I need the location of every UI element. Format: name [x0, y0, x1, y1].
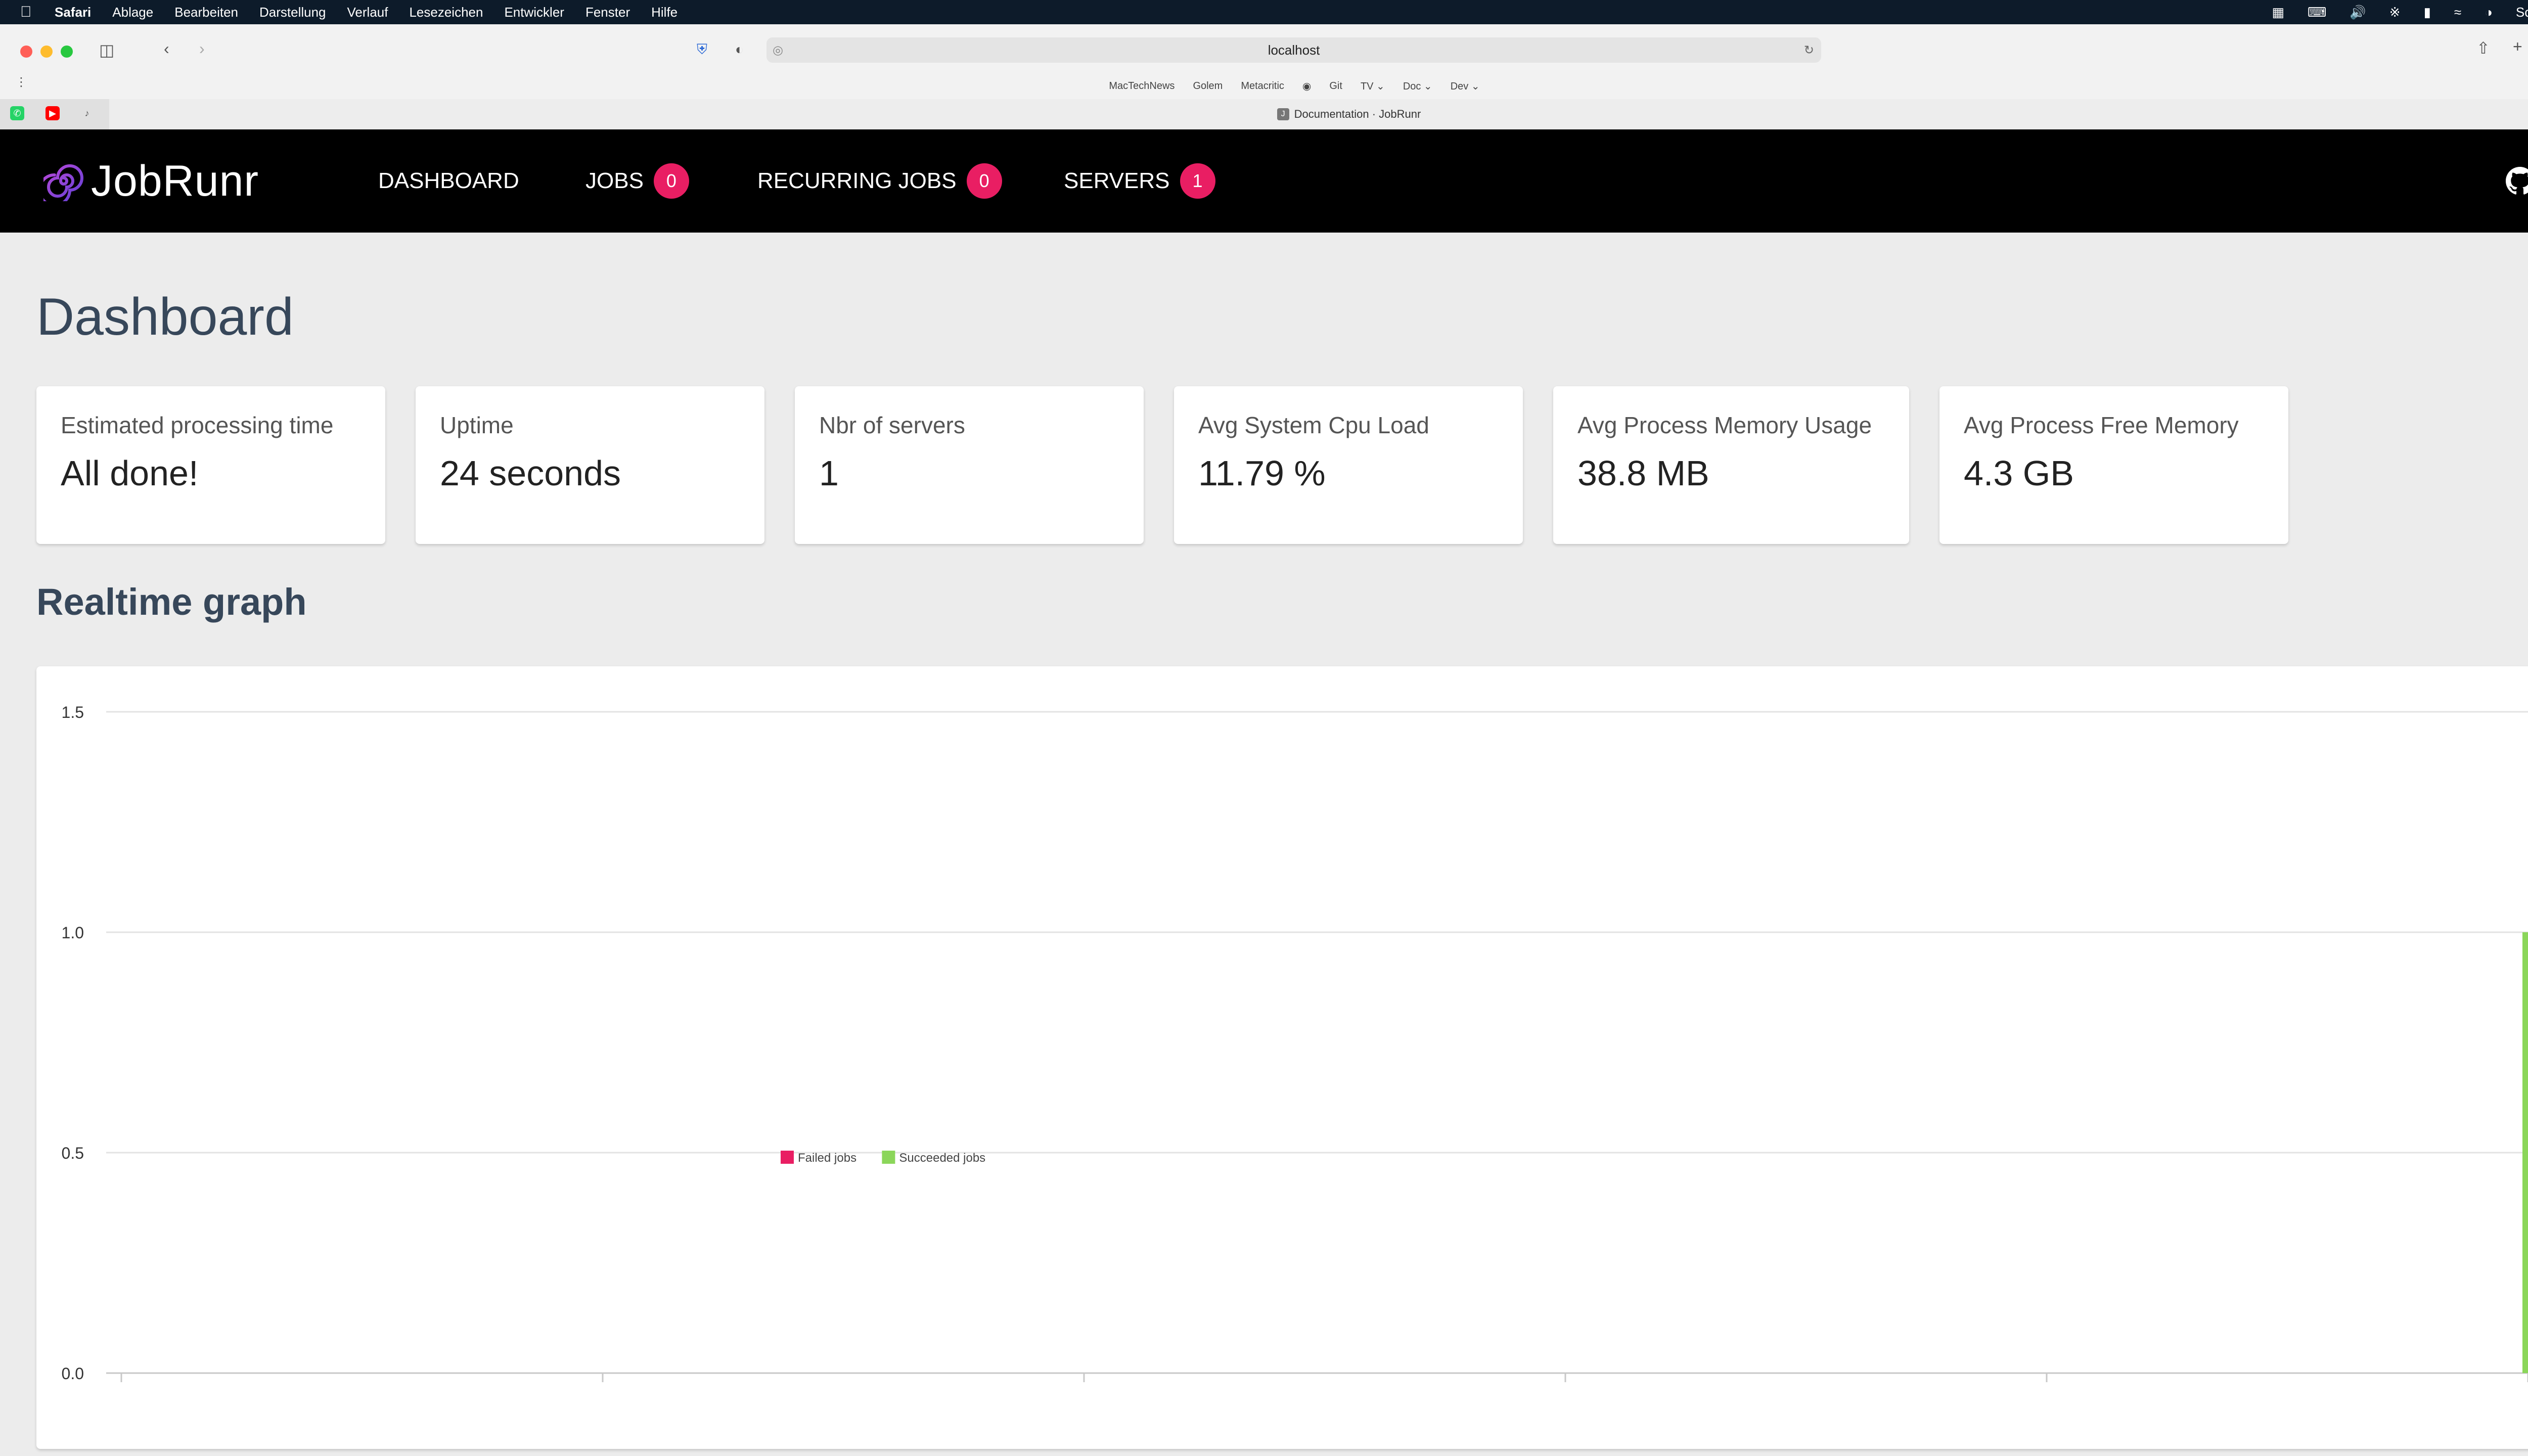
stat-card-free-memory: Avg Process Free Memory 4.3 GB: [1939, 386, 2288, 544]
close-window-button[interactable]: [20, 46, 32, 58]
legend-label: Failed jobs: [798, 1151, 856, 1165]
nav-recurring-jobs[interactable]: RECURRING JOBS 0: [757, 129, 1002, 233]
nav-dashboard[interactable]: DASHBOARD: [378, 129, 519, 233]
browser-toolbar: ◫ ‹ › ⛨ ◐ ◎ localhost ↻ ⇧ + ❐ MacTechNew…: [0, 24, 2528, 129]
apple-menu-icon[interactable]: : [20, 4, 40, 21]
menu-app-name[interactable]: Safari: [55, 5, 91, 20]
stat-value: 11.79 %: [1198, 453, 1326, 493]
menu-ablage[interactable]: Ablage: [112, 5, 153, 20]
tab-strip: ✆ ▶ ♪ J Documentation · JobRunr: [0, 99, 2528, 129]
nav-jobs-label: JOBS: [585, 168, 644, 193]
jobrunr-logo-icon: [43, 164, 83, 201]
tab-favicon-icon: J: [1277, 108, 1289, 120]
favorite-mactechnews[interactable]: MacTechNews: [1109, 80, 1175, 92]
y-tick-label: 1.0: [62, 924, 84, 942]
address-text[interactable]: localhost: [1268, 42, 1320, 58]
back-icon[interactable]: ‹: [164, 39, 169, 58]
favorite-metacritic[interactable]: Metacritic: [1241, 80, 1284, 92]
y-tick-label: 0.0: [62, 1364, 84, 1383]
brand-name: JobRunr: [91, 156, 259, 205]
stat-label: Avg System Cpu Load: [1198, 412, 1429, 438]
stat-value: 38.8 MB: [1577, 453, 1709, 493]
menu-hilfe[interactable]: Hilfe: [651, 5, 678, 20]
servers-count-badge: 1: [1180, 163, 1215, 199]
active-tab[interactable]: J Documentation · JobRunr: [109, 99, 2528, 129]
y-tick-label: 1.5: [62, 703, 84, 721]
stat-label: Avg Process Free Memory: [1964, 412, 2239, 438]
favorite-doc[interactable]: Doc ⌄: [1403, 80, 1432, 93]
stat-label: Avg Process Memory Usage: [1577, 412, 1872, 438]
github-icon[interactable]: [2506, 167, 2528, 195]
jobs-count-badge: 0: [653, 163, 689, 199]
zoom-window-button[interactable]: [61, 46, 73, 58]
window-controls: [20, 46, 81, 58]
widgets-icon[interactable]: ▦: [2272, 5, 2284, 20]
sidebar-toggle-icon[interactable]: ◫: [99, 40, 114, 60]
legend-swatch: [781, 1151, 794, 1164]
nav-jobs[interactable]: JOBS 0: [585, 129, 689, 233]
address-bar[interactable]: ◎ localhost ↻: [766, 37, 1821, 63]
stat-value: All done!: [61, 453, 199, 493]
pinned-tab-whatsapp-icon[interactable]: ✆: [10, 106, 24, 120]
stat-card-memory-usage: Avg Process Memory Usage 38.8 MB: [1553, 386, 1909, 544]
stat-card-processing-time: Estimated processing time All done!: [36, 386, 385, 544]
legend-label: Succeeded jobs: [899, 1151, 985, 1165]
privacy-shield-icon[interactable]: ⛨: [697, 41, 707, 58]
stat-label: Estimated processing time: [61, 412, 334, 438]
reload-icon[interactable]: ↻: [1804, 43, 1814, 58]
favorite-globe-icon[interactable]: ◉: [1302, 80, 1311, 93]
menu-entwickler[interactable]: Entwickler: [504, 5, 564, 20]
stat-card-cpu-load: Avg System Cpu Load 11.79 %: [1174, 386, 1523, 544]
reader-icon[interactable]: ◐: [735, 41, 744, 58]
control-center-icon[interactable]: ◑: [2485, 5, 2493, 20]
keyboard-icon[interactable]: ⌨: [2308, 5, 2327, 20]
legend-swatch: [882, 1151, 895, 1164]
brand[interactable]: JobRunr: [43, 156, 259, 206]
tab-title: Documentation · JobRunr: [1294, 108, 1421, 120]
macos-menubar:  Safari Ablage Bearbeiten Darstellung V…: [0, 0, 2528, 24]
realtime-graph: 0.0 0.5 1.0 1.5 Failed jobs Succeeded jobs: [62, 703, 2528, 1383]
menu-verlauf[interactable]: Verlauf: [347, 5, 388, 20]
y-tick-label: 0.5: [62, 1144, 84, 1162]
nav-servers-label: SERVERS: [1064, 168, 1170, 193]
favorite-dev[interactable]: Dev ⌄: [1451, 80, 1480, 93]
bluetooth-icon[interactable]: ※: [2389, 5, 2401, 20]
stat-label: Nbr of servers: [819, 412, 965, 438]
realtime-graph-card: 0.0 0.5 1.0 1.5 Failed jobs Succeeded jobs: [36, 666, 2528, 1449]
app-navbar: JobRunr DASHBOARD JOBS 0 RECURRING JOBS …: [0, 129, 2528, 233]
forward-icon[interactable]: ›: [199, 39, 205, 58]
pinned-tab-youtube-icon[interactable]: ▶: [46, 106, 60, 120]
stat-label: Uptime: [440, 412, 514, 438]
recurring-jobs-count-badge: 0: [966, 163, 1002, 199]
site-settings-icon[interactable]: ◎: [773, 43, 783, 58]
stat-value: 4.3 GB: [1964, 453, 2074, 493]
bar-succeeded-jobs: [2522, 932, 2528, 1373]
nav-dashboard-label: DASHBOARD: [378, 168, 519, 193]
minimize-window-button[interactable]: [40, 46, 53, 58]
page-title: Dashboard: [36, 288, 294, 346]
menu-lesezeichen[interactable]: Lesezeichen: [409, 5, 483, 20]
favorite-git[interactable]: Git: [1329, 80, 1342, 92]
stat-card-servers: Nbr of servers 1: [795, 386, 1144, 544]
stat-card-uptime: Uptime 24 seconds: [416, 386, 764, 544]
volume-icon[interactable]: 🔊: [2350, 5, 2366, 20]
nav-servers[interactable]: SERVERS 1: [1064, 129, 1215, 233]
nav-recurring-jobs-label: RECURRING JOBS: [757, 168, 957, 193]
stat-value: 1: [819, 453, 839, 493]
clock[interactable]: So 08:33: [2516, 5, 2528, 20]
share-icon[interactable]: ⇧: [2476, 38, 2490, 58]
wifi-icon[interactable]: ≈: [2454, 5, 2461, 20]
stat-value: 24 seconds: [440, 453, 621, 493]
menu-bearbeiten[interactable]: Bearbeiten: [174, 5, 238, 20]
menu-fenster[interactable]: Fenster: [585, 5, 630, 20]
menu-darstellung[interactable]: Darstellung: [259, 5, 326, 20]
pinned-tab-music-icon[interactable]: ♪: [80, 106, 94, 120]
favorite-tv[interactable]: TV ⌄: [1361, 80, 1385, 93]
realtime-graph-title: Realtime graph: [36, 581, 307, 623]
apps-grid-icon[interactable]: ⋮: [15, 75, 27, 89]
new-tab-icon[interactable]: +: [2513, 37, 2522, 56]
battery-icon[interactable]: ▮: [2424, 5, 2431, 20]
favorites-bar: MacTechNews Golem Metacritic ◉ Git TV ⌄ …: [0, 76, 2528, 96]
favorite-golem[interactable]: Golem: [1193, 80, 1223, 92]
